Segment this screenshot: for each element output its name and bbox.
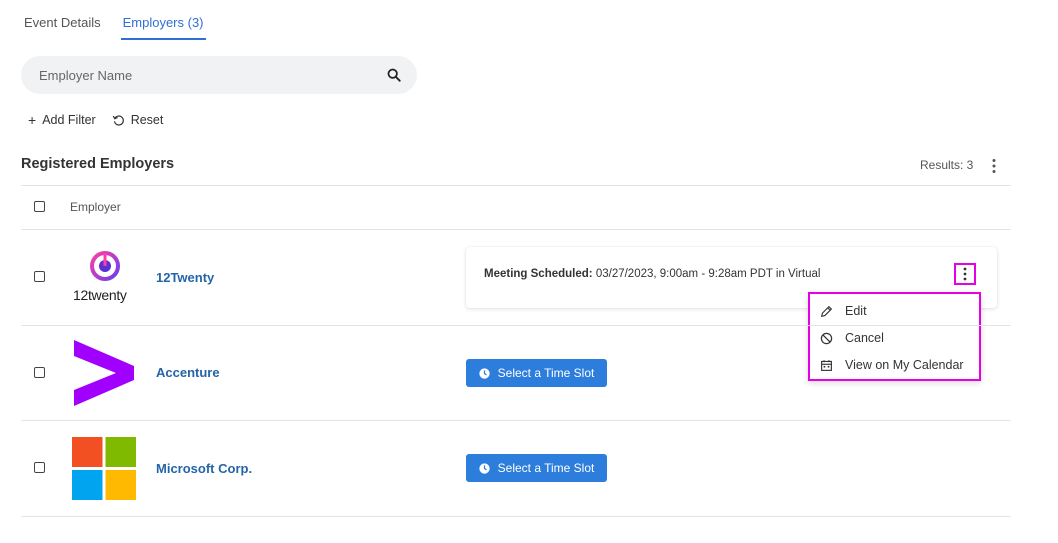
add-filter-button[interactable]: + Add Filter — [28, 112, 96, 128]
divider — [21, 229, 1011, 230]
calendar-icon — [821, 359, 832, 371]
row-checkbox[interactable] — [34, 271, 45, 282]
employer-name-accenture[interactable]: Accenture — [156, 365, 220, 380]
divider — [21, 420, 1011, 421]
menu-item-edit[interactable]: Edit — [820, 304, 867, 318]
menu-item-cancel[interactable]: Cancel — [820, 331, 884, 345]
clock-icon — [478, 367, 490, 379]
divider — [21, 325, 1011, 326]
microsoft-logo — [72, 437, 136, 505]
row-checkbox[interactable] — [34, 462, 45, 473]
more-options-icon[interactable] — [987, 156, 1001, 176]
meeting-info: Meeting Scheduled: 03/27/2023, 9:00am - … — [484, 268, 820, 280]
tab-employers[interactable]: Employers (3) — [120, 12, 206, 40]
select-all-checkbox[interactable] — [34, 201, 45, 212]
select-time-slot-label: Select a Time Slot — [497, 366, 595, 380]
row-checkbox[interactable] — [34, 367, 45, 378]
search-icon[interactable] — [387, 68, 401, 82]
tab-bar: Event Details Employers (3) — [22, 12, 224, 40]
search-input[interactable] — [39, 67, 387, 83]
meeting-options-menu: Edit Cancel View on My Calendar — [808, 292, 981, 381]
divider — [21, 516, 1011, 517]
section-title: Registered Employers — [21, 156, 175, 172]
menu-item-label: View on My Calendar — [845, 358, 964, 372]
select-time-slot-button[interactable]: Select a Time Slot — [466, 454, 607, 482]
add-filter-label: Add Filter — [42, 113, 96, 127]
menu-item-label: Edit — [845, 304, 867, 318]
reset-icon — [112, 114, 124, 126]
meeting-details: 03/27/2023, 9:00am - 9:28am PDT in Virtu… — [595, 268, 821, 280]
12twenty-logo-mark: 12twenty — [73, 251, 127, 303]
reset-button[interactable]: Reset — [112, 113, 164, 127]
meeting-options-button[interactable] — [954, 263, 976, 285]
employer-name-microsoft[interactable]: Microsoft Corp. — [156, 461, 252, 476]
filter-row: + Add Filter Reset — [28, 112, 179, 128]
column-header-employer: Employer — [70, 200, 121, 214]
select-time-slot-label: Select a Time Slot — [497, 461, 595, 475]
accenture-logo — [72, 340, 136, 411]
microsoft-logo-mark — [72, 437, 136, 500]
divider — [21, 185, 1011, 186]
results-count: Results: 3 — [920, 158, 974, 172]
reset-label: Reset — [130, 113, 164, 127]
tab-event-details[interactable]: Event Details — [22, 12, 103, 40]
clock-icon — [478, 462, 490, 474]
menu-item-view-calendar[interactable]: View on My Calendar — [820, 358, 964, 372]
employer-name-12twenty[interactable]: 12Twenty — [156, 270, 214, 285]
menu-item-label: Cancel — [845, 331, 884, 345]
pencil-icon — [821, 305, 832, 317]
meeting-label: Meeting Scheduled: — [484, 268, 593, 280]
accenture-logo-mark — [74, 340, 134, 406]
search-bar — [21, 56, 417, 94]
select-time-slot-button[interactable]: Select a Time Slot — [466, 359, 607, 387]
ban-icon — [820, 332, 833, 344]
12twenty-logo: 12twenty — [72, 248, 138, 306]
kebab-icon — [963, 267, 967, 281]
12twenty-logo-text: 12twenty — [73, 287, 127, 303]
plus-icon: + — [28, 112, 37, 128]
app-root: Event Details Employers (3) + Add Filter… — [0, 0, 1058, 543]
